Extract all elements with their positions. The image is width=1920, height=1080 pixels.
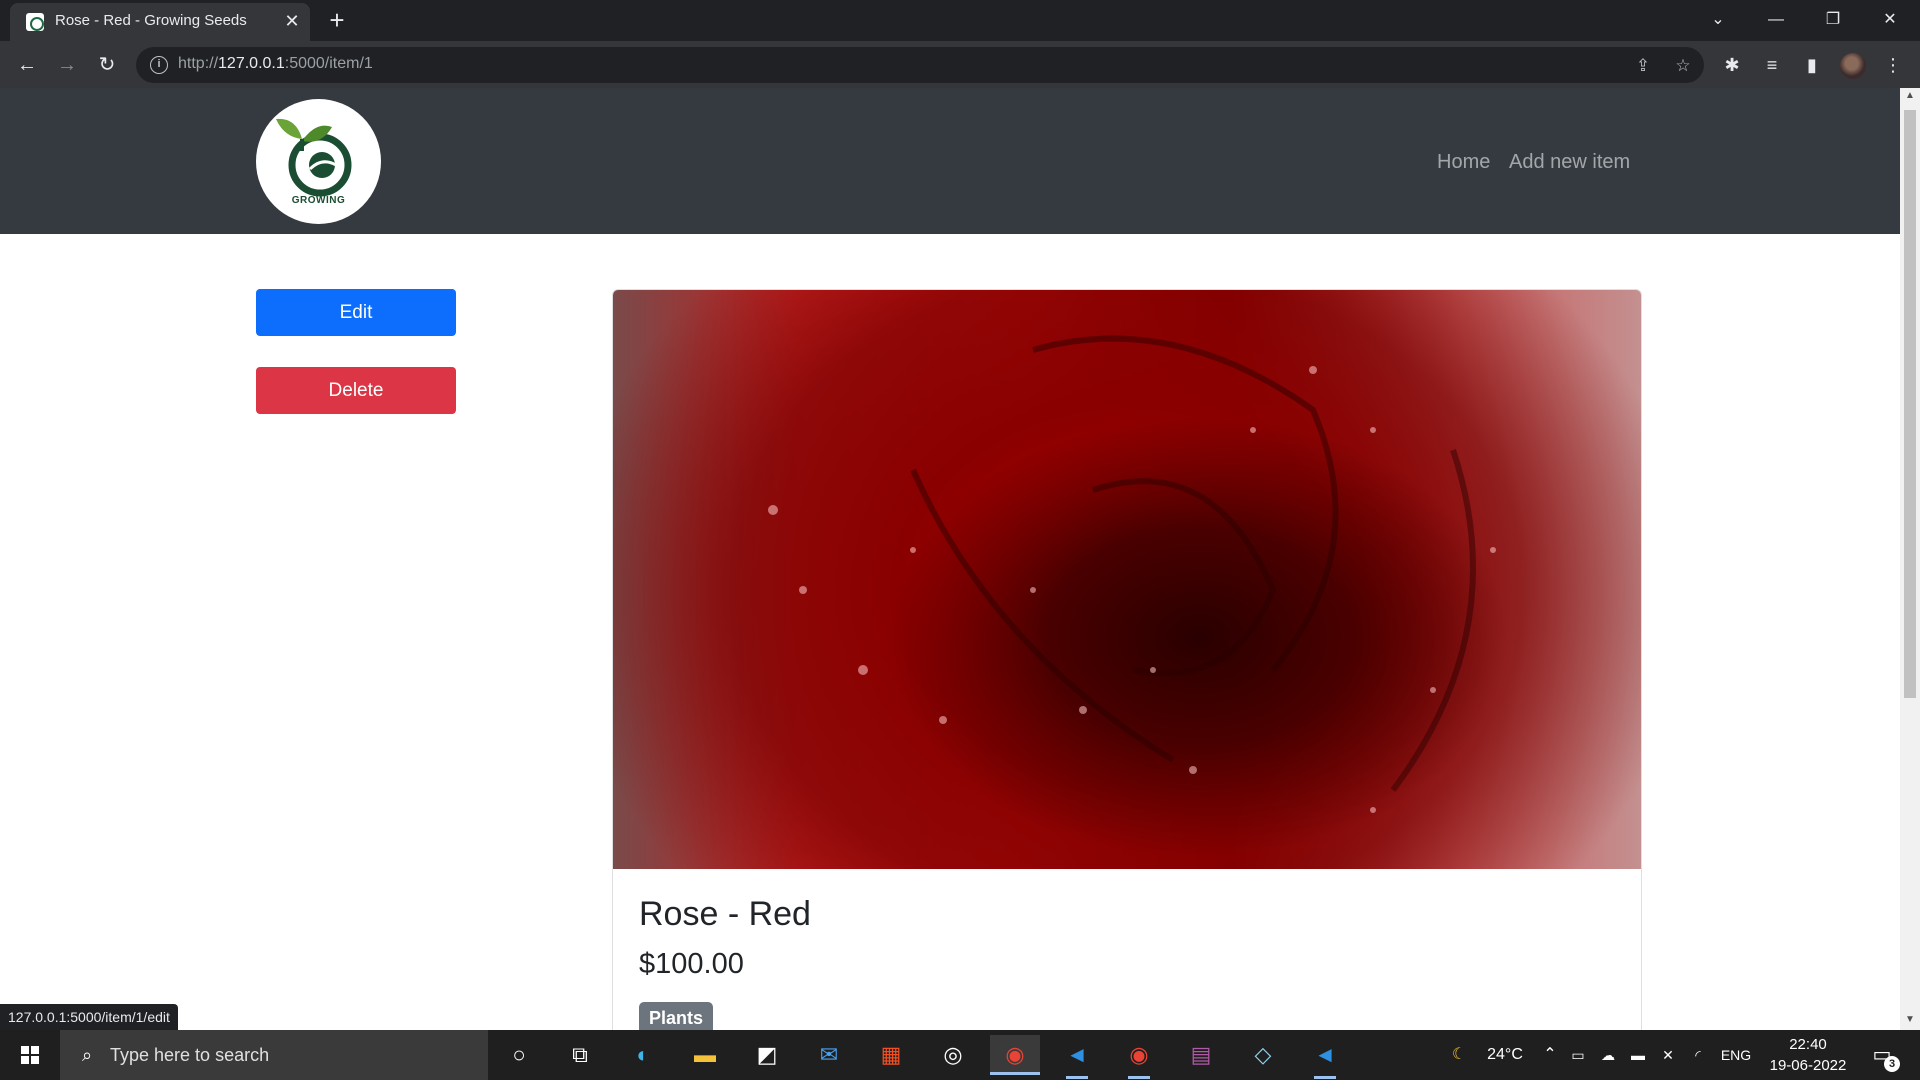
growing-seeds-logo[interactable]: GROWING (256, 99, 381, 224)
whiteboard-icon[interactable]: ◩ (742, 1035, 792, 1075)
share-icon[interactable]: ⇪ (1630, 53, 1656, 79)
url-path: :5000/item/1 (284, 55, 373, 72)
chrome-icon[interactable]: ◉ (990, 1035, 1040, 1075)
store-icon[interactable]: ▦ (866, 1035, 916, 1075)
close-tab-icon[interactable]: ✕ (280, 9, 304, 33)
vscode-2-icon[interactable]: ◄ (1300, 1035, 1350, 1079)
edge-icon[interactable]: ◐ (618, 1035, 668, 1075)
browser-tab[interactable]: Rose - Red - Growing Seeds ✕ (10, 3, 310, 41)
nav-link-add-new-item[interactable]: Add new item (1509, 151, 1630, 174)
media-control-icon[interactable]: ≡ (1757, 50, 1787, 80)
tab-strip: Rose - Red - Growing Seeds ✕ + ⌄ — ❐ ✕ (0, 0, 1920, 41)
window-close-icon[interactable]: ✕ (1870, 4, 1910, 36)
vscode-icon[interactable]: ◄ (1052, 1035, 1102, 1079)
page-viewport: GROWING Home Add new item Edit Delete Ro… (0, 88, 1900, 1030)
rose-photo-graphic (768, 335, 1496, 813)
battery-icon[interactable]: ▬ (1626, 1030, 1650, 1080)
meet-now-icon[interactable]: ▭ (1566, 1030, 1590, 1080)
back-icon[interactable]: ← (11, 49, 43, 81)
clock-time: 22:40 (1789, 1036, 1827, 1053)
weather-moon-icon[interactable]: ☾ (1444, 1030, 1474, 1080)
taskbar-search-box[interactable]: ⌕ Type here to search (60, 1030, 488, 1080)
category-badge: Plants (639, 1002, 714, 1030)
temperature-text[interactable]: 24°C (1480, 1030, 1530, 1080)
wifi-icon[interactable]: ◜ (1686, 1030, 1710, 1080)
nav-link-home[interactable]: Home (1437, 151, 1490, 174)
delete-button[interactable]: Delete (256, 367, 456, 414)
new-tab-button[interactable]: + (322, 6, 352, 36)
file-explorer-icon[interactable]: ▬ (680, 1035, 730, 1075)
cortana-icon[interactable]: ○ (494, 1035, 544, 1075)
scroll-up-icon[interactable]: ▲ (1900, 90, 1920, 104)
mail-icon[interactable]: ✉ (804, 1035, 854, 1075)
tab-search-icon[interactable]: ⌄ (1698, 4, 1738, 36)
url-host: 127.0.0.1 (218, 55, 285, 72)
logo-wordmark: GROWING (291, 195, 346, 206)
winrar-icon[interactable]: ▤ (1176, 1035, 1226, 1075)
notification-count-badge: 3 (1884, 1056, 1900, 1072)
windows-taskbar: ⌕ Type here to search ○ ⧉ ◐ ▬ ◩ ✉ ▦ ◎ ◉ … (0, 1030, 1920, 1080)
notes-icon[interactable]: ◇ (1238, 1035, 1288, 1075)
item-card: Rose - Red $100.00 Plants (612, 289, 1642, 1030)
item-image (613, 290, 1641, 869)
minimize-icon[interactable]: — (1756, 4, 1796, 36)
reload-icon[interactable]: ↻ (91, 49, 123, 81)
task-view-icon[interactable]: ⧉ (555, 1035, 605, 1075)
scrollbar-thumb[interactable] (1904, 110, 1916, 698)
volume-muted-icon[interactable]: ✕ (1656, 1030, 1680, 1080)
side-panel-icon[interactable]: ▮ (1797, 50, 1827, 80)
item-price: $100.00 (639, 948, 744, 980)
bookmark-star-icon[interactable]: ☆ (1670, 53, 1696, 79)
site-info-icon[interactable]: i (150, 56, 168, 74)
taskbar-clock[interactable]: 22:40 19-06-2022 (1758, 1034, 1858, 1076)
address-bar[interactable]: i http://127.0.0.1:5000/item/1 ⇪ ☆ (136, 47, 1704, 83)
hidden-icons-chevron-icon[interactable]: ⌃ (1538, 1030, 1562, 1080)
search-placeholder: Type here to search (110, 1045, 270, 1065)
site-favicon-icon (26, 13, 44, 31)
search-icon: ⌕ (81, 1045, 93, 1065)
start-button[interactable] (0, 1030, 60, 1080)
page-scrollbar[interactable]: ▲ ▼ (1900, 88, 1920, 1030)
scroll-down-icon[interactable]: ▼ (1900, 1014, 1920, 1028)
extensions-icon[interactable]: ✱ (1717, 50, 1747, 80)
link-status-bubble: 127.0.0.1:5000/item/1/edit (0, 1004, 178, 1030)
chrome-profile-icon[interactable]: ◉ (1114, 1035, 1164, 1079)
language-indicator[interactable]: ENG (1716, 1030, 1756, 1080)
profile-avatar[interactable] (1840, 53, 1866, 79)
tab-title: Rose - Red - Growing Seeds (55, 12, 247, 29)
url-text[interactable]: http://127.0.0.1:5000/item/1 (178, 55, 373, 73)
obs-icon[interactable]: ◎ (928, 1035, 978, 1075)
url-prefix: http:// (178, 55, 219, 72)
restore-icon[interactable]: ❐ (1813, 4, 1853, 36)
edit-button[interactable]: Edit (256, 289, 456, 336)
browser-toolbar: ← → ↻ i http://127.0.0.1:5000/item/1 ⇪ ☆… (0, 41, 1920, 88)
onedrive-icon[interactable]: ☁ (1596, 1030, 1620, 1080)
windows-logo-icon (21, 1046, 39, 1064)
chrome-menu-icon[interactable]: ⋮ (1878, 50, 1908, 80)
site-navbar: GROWING Home Add new item (0, 88, 1900, 234)
clock-date: 19-06-2022 (1769, 1057, 1847, 1074)
forward-icon[interactable]: → (51, 49, 83, 81)
item-title: Rose - Red (639, 895, 811, 933)
